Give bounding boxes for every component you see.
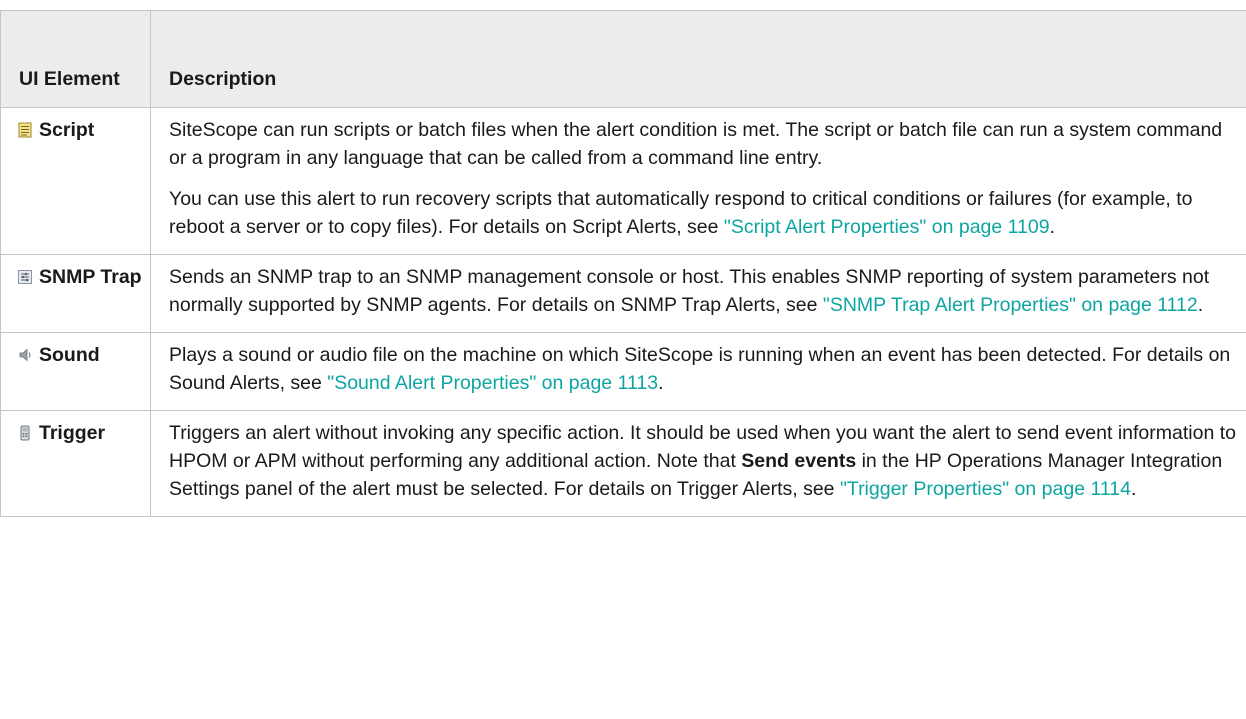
row-element-snmp-trap: SNMP Trap — [0, 254, 151, 333]
header-description: Description — [150, 10, 1246, 108]
description-paragraph: Triggers an alert without invoking any s… — [169, 419, 1236, 503]
row-element-sound: Sound — [0, 332, 151, 411]
description-paragraph: You can use this alert to run recovery s… — [169, 185, 1236, 241]
snmp-trap-icon — [17, 269, 33, 285]
ui-element-table: UI Element Description Script SiteScope … — [0, 10, 1246, 517]
description-text: SiteScope can run scripts or batch files… — [169, 119, 1223, 169]
sound-alert-properties-link[interactable]: "Sound Alert Properties" on page 1113 — [327, 372, 658, 394]
description-paragraph: Plays a sound or audio file on the machi… — [169, 341, 1236, 397]
script-icon — [17, 122, 33, 138]
description-text: . — [1049, 216, 1056, 238]
table-row: Script SiteScope can run scripts or batc… — [0, 107, 1246, 255]
row-element-script: Script — [0, 107, 151, 255]
snmp-trap-alert-properties-link[interactable]: "SNMP Trap Alert Properties" on page 111… — [823, 294, 1198, 316]
description-paragraph: Sends an SNMP trap to an SNMP management… — [169, 263, 1236, 319]
row-description-snmp-trap: Sends an SNMP trap to an SNMP management… — [150, 254, 1246, 333]
sound-icon — [17, 347, 33, 363]
description-paragraph: SiteScope can run scripts or batch files… — [169, 116, 1236, 172]
script-alert-properties-link[interactable]: "Script Alert Properties" on page 1109 — [724, 216, 1050, 238]
trigger-icon — [17, 425, 33, 441]
element-label: Trigger — [39, 422, 106, 444]
description-text: . — [1130, 478, 1137, 500]
table-row: SNMP Trap Sends an SNMP trap to an SNMP … — [0, 254, 1246, 333]
description-text: . — [658, 372, 664, 394]
description-text: . — [1197, 294, 1204, 316]
table-row: Sound Plays a sound or audio file on the… — [0, 332, 1246, 411]
element-label: Sound — [39, 344, 100, 366]
row-element-trigger: Trigger — [0, 410, 151, 517]
send-events-bold: Send events — [741, 450, 857, 472]
row-description-sound: Plays a sound or audio file on the machi… — [150, 332, 1246, 411]
row-description-script: SiteScope can run scripts or batch files… — [150, 107, 1246, 255]
header-ui-element: UI Element — [0, 10, 151, 108]
table-header-row: UI Element Description — [0, 10, 1246, 108]
element-label: SNMP Trap — [39, 266, 142, 288]
row-description-trigger: Triggers an alert without invoking any s… — [150, 410, 1246, 517]
element-label: Script — [39, 119, 95, 141]
trigger-properties-link[interactable]: "Trigger Properties" on page 1114 — [840, 478, 1131, 500]
table-row: Trigger Triggers an alert without invoki… — [0, 410, 1246, 517]
